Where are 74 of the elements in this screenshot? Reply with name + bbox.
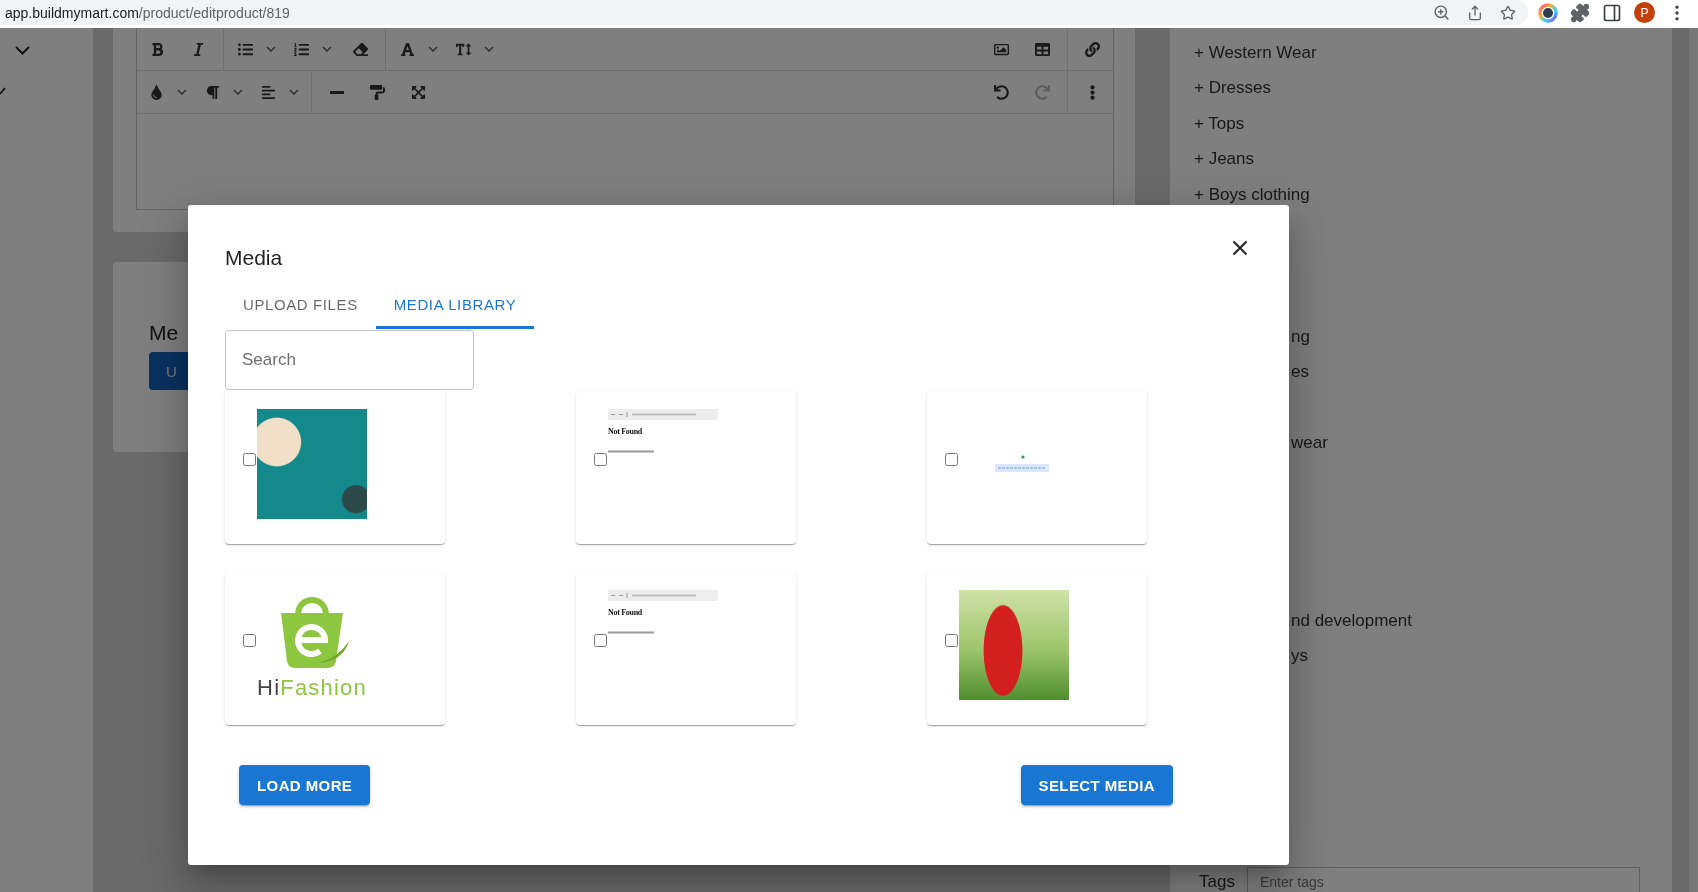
category-item[interactable]: es — [1291, 363, 1309, 382]
share-icon[interactable] — [1467, 4, 1483, 21]
page-thumbnail-drawing — [995, 455, 1051, 473]
search-field[interactable]: Search — [225, 330, 474, 390]
tags-input[interactable]: Enter tags — [1246, 867, 1640, 892]
category-item[interactable]: ys — [1291, 647, 1308, 666]
table-icon — [1035, 41, 1050, 57]
checkbox[interactable] — [945, 633, 958, 647]
ring-icon[interactable] — [1538, 2, 1558, 23]
align-left-icon — [261, 84, 276, 100]
checkbox[interactable] — [594, 452, 607, 466]
profile-button[interactable]: P — [1634, 2, 1655, 23]
paint-roller-icon — [370, 84, 385, 100]
side-panel-icon[interactable] — [1602, 2, 1622, 23]
expand-icon — [411, 84, 426, 100]
link-icon — [1085, 41, 1100, 57]
media-tile[interactable]: HiFashion — [225, 572, 445, 725]
image-icon — [994, 41, 1009, 57]
text-line-drawing — [608, 631, 654, 634]
media-tile[interactable] — [927, 391, 1147, 544]
checkbox[interactable] — [243, 633, 256, 647]
bold-icon — [150, 41, 165, 57]
address-bar[interactable]: app.buildmymart.com/product/editproduct/819 — [0, 0, 1528, 25]
close-icon — [1232, 240, 1248, 256]
dash-icon — [329, 90, 344, 94]
upload-button[interactable]: U — [149, 352, 188, 390]
checkbox[interactable] — [945, 452, 958, 466]
category-item[interactable]: + Boys clothing — [1194, 185, 1310, 204]
star-icon[interactable] — [1500, 4, 1516, 21]
category-item[interactable]: + Dresses — [1194, 79, 1271, 98]
media-tile[interactable]: Not Found — [576, 391, 796, 544]
italic-icon — [191, 41, 206, 57]
category-item[interactable]: + Tops — [1194, 114, 1245, 133]
bullet-list-icon — [238, 41, 253, 57]
load-more-button[interactable]: LOAD MORE — [239, 765, 371, 805]
puzzle-icon[interactable] — [1570, 2, 1590, 23]
tab[interactable]: UPLOAD FILES — [225, 280, 376, 329]
eraser-icon — [353, 41, 368, 57]
zoom-icon[interactable] — [1433, 4, 1450, 21]
category-item[interactable]: ng — [1291, 327, 1310, 346]
media-tile[interactable] — [225, 391, 445, 544]
media-tile[interactable]: Not Found — [576, 572, 796, 725]
page-heading: Not Found — [608, 608, 642, 618]
category-item[interactable]: nd development — [1291, 611, 1412, 630]
undo-icon — [994, 84, 1009, 100]
caret-icon — [322, 46, 332, 52]
caret-icon — [266, 46, 276, 52]
droplet-icon — [149, 84, 164, 100]
caret-icon — [177, 89, 187, 95]
brand-logo-text: HiFashion — [257, 677, 367, 699]
pilcrow-icon — [205, 84, 220, 100]
chevron-down-icon[interactable] — [0, 86, 6, 95]
checkbox[interactable] — [243, 452, 256, 466]
category-item[interactable]: wear — [1291, 434, 1328, 453]
category-item[interactable]: + Western Wear — [1194, 43, 1317, 62]
page-heading: Not Found — [608, 427, 642, 437]
text-height-icon — [456, 41, 471, 57]
chevron-down-icon[interactable] — [15, 46, 30, 55]
caret-icon — [289, 89, 299, 95]
checkbox[interactable] — [594, 633, 607, 647]
text-line-drawing — [608, 450, 654, 453]
redo-icon — [1035, 84, 1050, 100]
caret-icon — [428, 46, 438, 52]
media-tile[interactable] — [927, 572, 1147, 725]
tags-label: Tags — [1199, 873, 1235, 891]
category-item[interactable]: + Jeans — [1194, 150, 1254, 169]
caret-icon — [233, 89, 243, 95]
numbered-list-icon — [294, 41, 309, 57]
close-button[interactable] — [1232, 240, 1248, 256]
section-heading: Me — [149, 321, 179, 345]
letter-a-icon — [400, 41, 415, 57]
dialog-title: Media — [225, 246, 283, 270]
select-media-button[interactable]: SELECT MEDIA — [1020, 765, 1173, 805]
caret-icon — [484, 46, 494, 52]
